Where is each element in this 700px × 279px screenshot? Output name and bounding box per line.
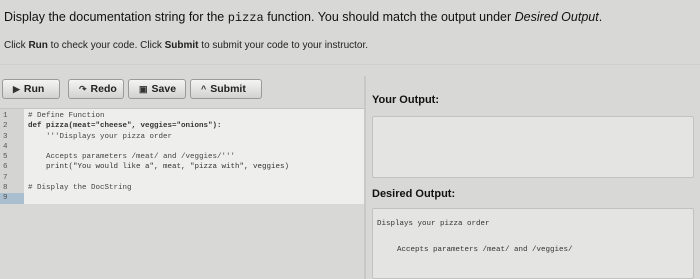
desired-output-label: Desired Output: (372, 188, 456, 200)
desired-output-line: Displays your pizza order (377, 220, 490, 228)
code-line: print("You would like a", meat, "pizza w… (28, 163, 290, 172)
code-line: Accepts parameters /meat/ and /veggies/'… (28, 153, 236, 162)
code-editor[interactable]: 1 2 3 4 5 6 7 8 9 # Define Function def … (0, 108, 364, 204)
code-line: '''Displays your pizza order (28, 132, 173, 141)
your-output-label: Your Output: (372, 94, 439, 106)
desired-output-line: Accepts parameters /meat/ and /veggies/ (397, 246, 573, 254)
redo-button[interactable]: ↷ Redo (68, 79, 124, 99)
instruction-suffix: . (598, 10, 603, 24)
line-number: 8 (3, 184, 8, 193)
line-number: 7 (3, 173, 8, 182)
line-number-gutter: 1 2 3 4 5 6 7 8 9 (0, 109, 24, 204)
run-button-label: Run (23, 83, 45, 95)
code-line: # Define Function (28, 112, 105, 120)
subinstruction-part: to check your code. Click (47, 40, 165, 51)
line-number: 2 (3, 122, 8, 131)
code-area[interactable]: # Define Function def pizza(meat="cheese… (24, 109, 364, 204)
instruction-func-name: pizza (227, 11, 264, 25)
subinstruction-part: to submit your code to your instructor. (198, 40, 369, 51)
line-number: 6 (3, 163, 8, 172)
play-icon: ▶ (13, 83, 20, 94)
submit-button[interactable]: ^ Submit (190, 79, 262, 99)
save-icon: ▣ (139, 83, 148, 94)
redo-button-label: Redo (90, 83, 117, 95)
subinstruction-submit: Submit (164, 40, 199, 51)
line-number-active: 9 (0, 193, 24, 204)
save-button[interactable]: ▣ Save (128, 79, 186, 99)
submit-button-label: Submit (210, 83, 246, 95)
instruction-middle: function. You should match the output un… (263, 10, 515, 24)
subinstruction-part: Click (4, 40, 29, 51)
redo-icon: ↷ (79, 83, 87, 94)
line-number: 4 (3, 142, 8, 151)
subinstruction-text: Click Run to check your code. Click Subm… (4, 40, 368, 51)
line-number: 3 (3, 132, 8, 141)
instruction-text: Display the documentation string for the… (4, 10, 602, 25)
editor-blank-area (0, 204, 364, 279)
up-caret-icon: ^ (201, 84, 207, 94)
line-number: 5 (3, 153, 8, 162)
toolbar: ▶ Run ↷ Redo ▣ Save ^ Submit (0, 76, 364, 102)
header-divider (0, 64, 700, 65)
your-output-box (372, 116, 694, 178)
subinstruction-run: Run (28, 40, 48, 51)
desired-output-box: Displays your pizza order Accepts parame… (372, 208, 694, 279)
code-line: def pizza(meat="cheese", veggies="onions… (28, 122, 222, 131)
instruction-prefix: Display the documentation string for the (4, 10, 228, 24)
line-number: 1 (3, 112, 8, 120)
save-button-label: Save (151, 83, 177, 95)
run-button[interactable]: ▶ Run (2, 79, 60, 99)
code-line: # Display the DocString (28, 184, 132, 193)
instruction-emphasis: Desired Output (514, 10, 599, 24)
output-panel: Your Output: Desired Output: Displays yo… (366, 76, 700, 279)
